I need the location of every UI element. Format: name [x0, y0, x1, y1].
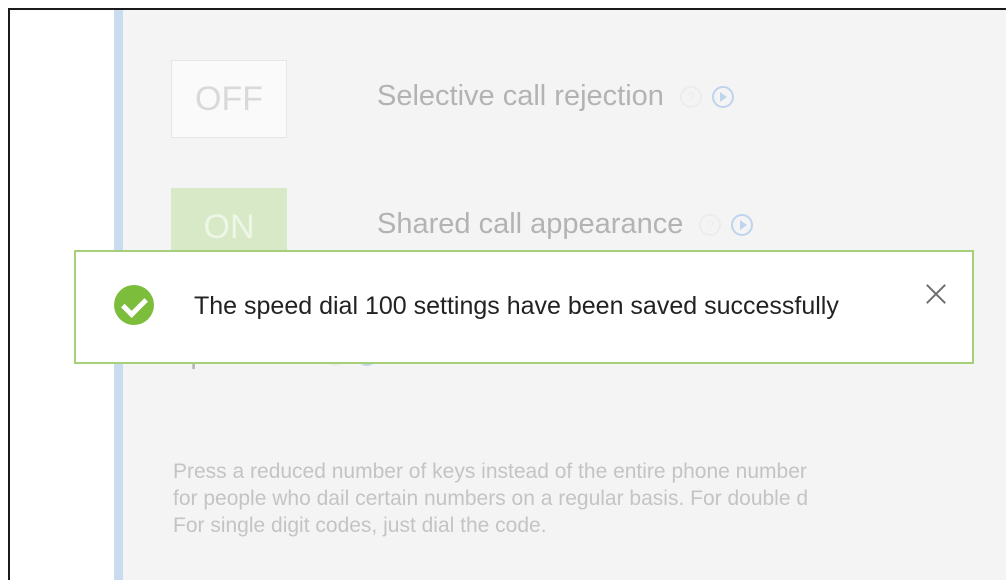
- close-icon[interactable]: [922, 280, 950, 308]
- shared-call-appearance-label: Shared call appearance ?: [377, 208, 754, 241]
- help-icon[interactable]: ?: [679, 85, 702, 108]
- play-icon[interactable]: [731, 213, 754, 236]
- description-line: For single digit codes, just dial the co…: [173, 514, 547, 537]
- success-toast: The speed dial 100 settings have been sa…: [74, 250, 974, 364]
- play-icon[interactable]: [711, 85, 734, 108]
- feature-label-text: Selective call rejection: [377, 80, 664, 112]
- speed-dial-description: Press a reduced number of keys instead o…: [173, 458, 1006, 539]
- description-line: for people who dail certain numbers on a…: [173, 487, 809, 510]
- description-line: Press a reduced number of keys instead o…: [173, 460, 807, 483]
- toast-message: The speed dial 100 settings have been sa…: [194, 292, 839, 320]
- check-circle-icon: [114, 285, 154, 325]
- settings-frame: OFF Selective call rejection ? ON Shared…: [8, 8, 1006, 580]
- selective-call-rejection-toggle[interactable]: OFF: [171, 60, 287, 138]
- help-icon[interactable]: ?: [699, 213, 722, 236]
- feature-label-text: Shared call appearance: [377, 208, 684, 240]
- selective-call-rejection-label: Selective call rejection ?: [377, 80, 734, 113]
